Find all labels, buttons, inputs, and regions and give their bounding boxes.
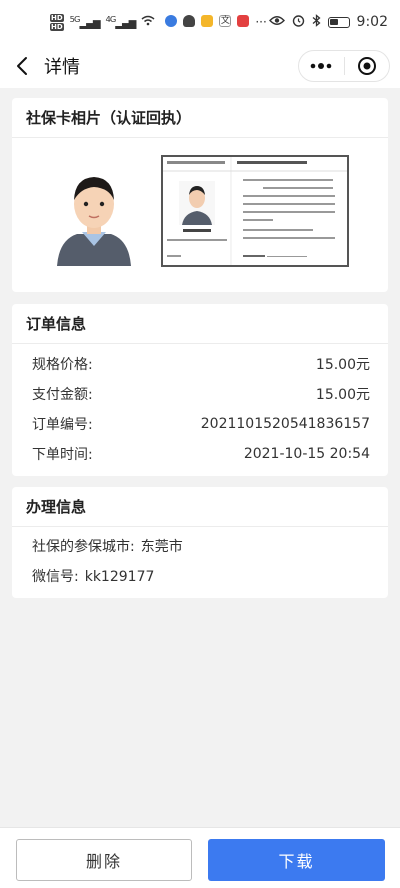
app-notification-icon <box>165 15 178 27</box>
eye-icon <box>268 15 285 30</box>
row-value: 2021-10-15 20:54 <box>243 446 370 462</box>
row-label: 支付金额: <box>32 387 93 403</box>
nav-bar: 详情 <box>0 44 400 88</box>
id-photo[interactable] <box>49 162 139 266</box>
photo-card: 社保卡相片（认证回执） <box>12 98 388 292</box>
row-value: 2021101520541836157 <box>200 416 370 432</box>
close-miniprogram-icon[interactable] <box>345 51 390 81</box>
status-time: 9:02 <box>356 14 388 30</box>
photo-area <box>12 138 388 292</box>
wifi-icon <box>141 15 155 29</box>
handle-row-wechat: 微信号: kk129177 <box>12 562 388 592</box>
alarm-icon <box>292 14 305 31</box>
row-value: 东莞市 <box>140 539 183 555</box>
row-label: 规格价格: <box>32 357 93 373</box>
row-label: 下单时间: <box>32 447 93 463</box>
handle-row-city: 社保的参保城市: 东莞市 <box>12 532 388 562</box>
more-icon[interactable] <box>299 51 344 81</box>
order-info-card: 订单信息 规格价格: 15.00元 支付金额: 15.00元 订单编号: 202… <box>12 304 388 476</box>
order-info-title: 订单信息 <box>12 304 388 344</box>
more-dots-icon: ··· <box>255 15 267 29</box>
photo-card-title: 社保卡相片（认证回执） <box>12 98 388 138</box>
qq-icon <box>183 15 196 27</box>
hd-indicator: HD HD <box>50 13 64 31</box>
row-label: 社保的参保城市: <box>32 539 135 555</box>
signal-icon-2: 4G▂▄▆ <box>105 14 137 30</box>
row-label: 订单编号: <box>32 417 93 433</box>
back-icon[interactable] <box>2 44 42 88</box>
row-value: kk129177 <box>84 569 155 585</box>
order-row-number: 订单编号: 2021101520541836157 <box>12 409 388 439</box>
handling-info-title: 办理信息 <box>12 487 388 527</box>
signal-icon: 5G▂▄▆ <box>69 14 101 30</box>
translate-icon: 文 <box>219 15 232 27</box>
app-notification-icon-2 <box>201 15 214 27</box>
bottom-action-bar: 删除 下载 <box>0 827 400 888</box>
delete-button[interactable]: 删除 <box>16 839 192 881</box>
miniprogram-capsule <box>298 50 390 82</box>
page-title: 详情 <box>44 57 80 78</box>
status-bar: HD HD 5G▂▄▆ 4G▂▄▆ 文 ··· 9:02 <box>0 0 400 44</box>
bluetooth-icon <box>312 13 321 31</box>
app-notification-icon-3 <box>237 15 250 27</box>
row-label: 微信号: <box>32 569 79 585</box>
order-row-price: 规格价格: 15.00元 <box>12 349 388 379</box>
battery-icon <box>327 16 350 28</box>
row-value: 15.00元 <box>315 387 370 403</box>
handling-info-card: 办理信息 社保的参保城市: 东莞市 微信号: kk129177 <box>12 487 388 598</box>
row-value: 15.00元 <box>315 357 370 373</box>
download-button[interactable]: 下载 <box>208 839 385 881</box>
order-row-time: 下单时间: 2021-10-15 20:54 <box>12 439 388 469</box>
order-row-paid: 支付金额: 15.00元 <box>12 379 388 409</box>
receipt-image[interactable] <box>161 155 349 267</box>
